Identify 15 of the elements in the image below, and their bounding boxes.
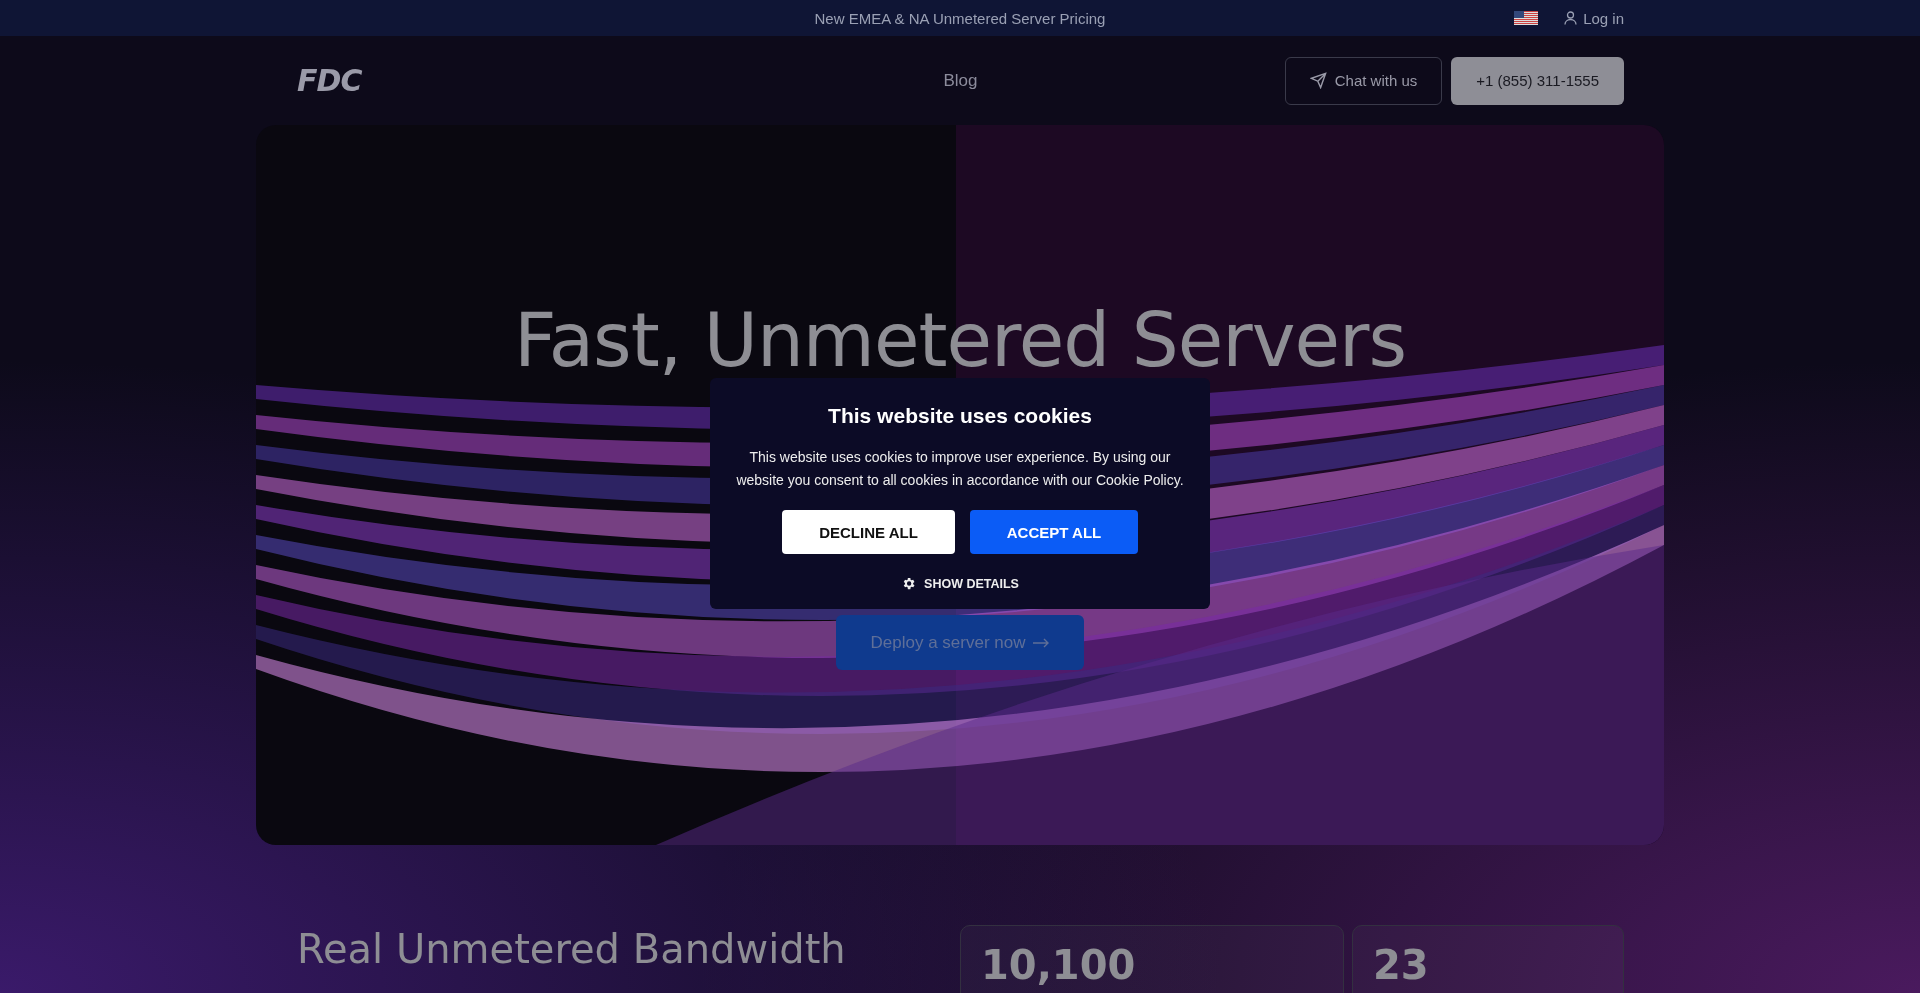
nav-link[interactable]: Blog: [943, 70, 978, 91]
dialog-title: This website uses cookies: [828, 404, 1092, 428]
decline-button[interactable]: DECLINE ALL: [782, 510, 955, 554]
stat-number: 10,100: [981, 942, 1136, 988]
chat-button[interactable]: Chat with us: [1284, 56, 1443, 105]
logo[interactable]: FDC: [297, 63, 944, 98]
stat-number: 23: [1373, 942, 1429, 988]
dialog-message: This website uses cookies to improve user experience. By using our website you consent to all cookies in accordance with our Cookie Policy.: [735, 448, 1185, 490]
login-link[interactable]: Log in: [1564, 9, 1624, 27]
hero-title: Fast, Unmetered Servers: [514, 297, 1406, 383]
announcement-text: New EMEA & NA Unmetered Server Pricing: [814, 9, 1106, 27]
section-heading: Real Unmetered Bandwidth: [297, 925, 847, 974]
show-details-link[interactable]: SHOW DETAILS: [901, 576, 1019, 591]
phone-button[interactable]: +1 (855) 311-1555: [1451, 56, 1624, 105]
accept-button[interactable]: ACCEPT ALL: [970, 510, 1138, 554]
